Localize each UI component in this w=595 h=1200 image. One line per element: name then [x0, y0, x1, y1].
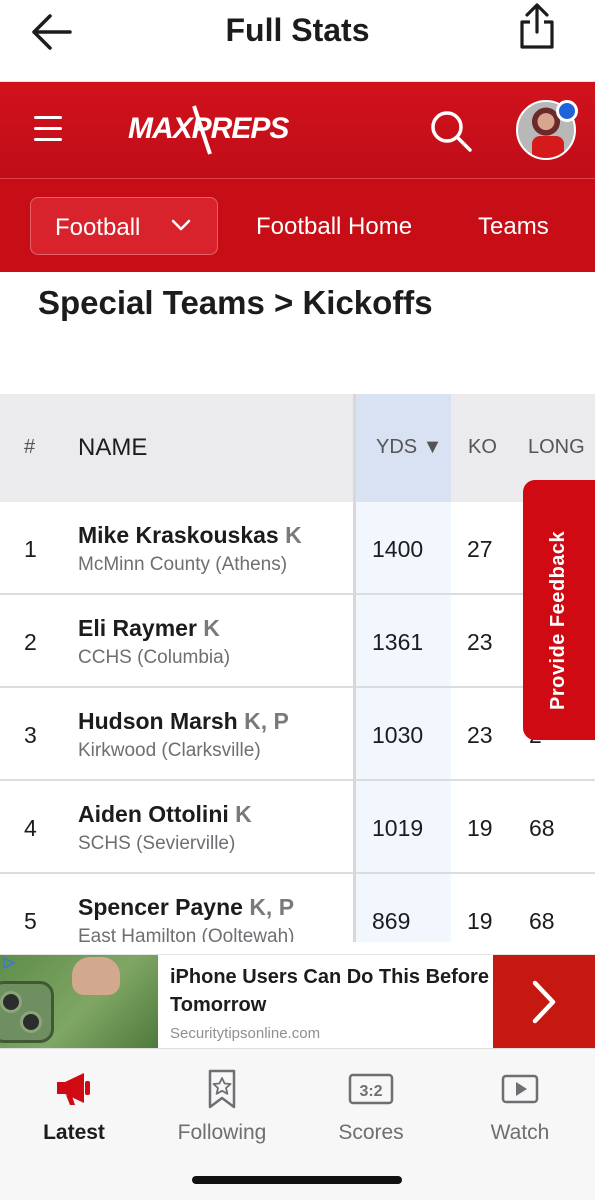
- player-name-text: Eli Raymer: [78, 615, 197, 641]
- home-indicator: [192, 1176, 402, 1184]
- megaphone-icon: [57, 1073, 90, 1105]
- stats-table: # NAME YDS ▼ KO LONG 1 Mike Kraskouskas …: [0, 394, 595, 942]
- feedback-label: Provide Feedback: [547, 530, 569, 710]
- player-position: K: [285, 522, 302, 548]
- yds-cell: 1030: [372, 722, 424, 748]
- tab-latest[interactable]: Latest: [4, 1069, 144, 1159]
- chevron-right-icon: [532, 980, 556, 1024]
- table-row[interactable]: 1 Mike Kraskouskas K McMinn County (Athe…: [0, 502, 595, 595]
- player-position: K, P: [244, 708, 289, 734]
- maxpreps-header: MAXPREPS: [0, 82, 595, 178]
- player-name[interactable]: Hudson Marsh K, P: [78, 708, 289, 735]
- stats-section-title: Special Teams > Kickoffs: [38, 284, 433, 321]
- notification-dot: [556, 100, 578, 122]
- svg-text:MAXPREPS: MAXPREPS: [128, 112, 289, 145]
- tab-following[interactable]: Following: [152, 1069, 292, 1159]
- table-row[interactable]: 4 Aiden Ottolini K SCHS (Sevierville) 10…: [0, 781, 595, 874]
- tab-label: Following: [177, 1121, 267, 1144]
- scoreboard-icon: 3:2: [348, 1073, 394, 1105]
- player-position: K: [203, 615, 220, 641]
- sticky-column-divider: [353, 394, 356, 942]
- player-name-text: Mike Kraskouskas: [78, 522, 279, 548]
- ko-cell: 27: [467, 536, 493, 562]
- yds-cell: 1400: [372, 536, 424, 562]
- tab-label: Watch: [490, 1121, 550, 1144]
- table-row[interactable]: 2 Eli Raymer K CCHS (Columbia) 1361 23: [0, 595, 595, 688]
- rank-cell: 4: [24, 815, 37, 841]
- play-icon: [501, 1074, 539, 1104]
- long-cell: 68: [529, 908, 555, 934]
- player-name-text: Spencer Payne: [78, 894, 243, 920]
- ko-cell: 19: [467, 815, 493, 841]
- tab-label: Latest: [43, 1121, 105, 1144]
- ad-thumbnail[interactable]: [0, 955, 158, 1048]
- chevron-down-icon: [171, 219, 191, 231]
- ko-cell: 19: [467, 908, 493, 934]
- name-header[interactable]: NAME: [78, 434, 147, 462]
- player-position: K: [235, 801, 252, 827]
- svg-text:3:2: 3:2: [359, 1083, 382, 1100]
- ad-image-lens: [20, 1011, 42, 1033]
- football-home-link[interactable]: Football Home: [256, 213, 412, 241]
- player-name-text: Hudson Marsh: [78, 708, 238, 734]
- player-name-text: Aiden Ottolini: [78, 801, 229, 827]
- share-icon[interactable]: [517, 2, 557, 50]
- rank-cell: 2: [24, 629, 37, 655]
- teams-link[interactable]: Teams: [478, 213, 549, 241]
- sport-selector-button[interactable]: Football: [30, 197, 218, 255]
- ad-image-finger: [72, 957, 120, 995]
- player-name[interactable]: Mike Kraskouskas K: [78, 522, 302, 549]
- yds-cell: 1361: [372, 629, 424, 655]
- table-header: # NAME YDS ▼ KO LONG: [0, 394, 595, 502]
- long-cell: 68: [529, 815, 555, 841]
- yds-cell: 869: [372, 908, 411, 934]
- tab-watch[interactable]: Watch: [450, 1069, 590, 1159]
- ad-image-lens: [0, 991, 22, 1013]
- long-header[interactable]: LONG: [528, 436, 585, 459]
- player-school[interactable]: SCHS (Sevierville): [78, 833, 235, 855]
- ko-cell: 23: [467, 629, 493, 655]
- player-name[interactable]: Spencer Payne K, P: [78, 894, 294, 921]
- adchoices-icon[interactable]: [2, 957, 16, 969]
- player-name[interactable]: Eli Raymer K: [78, 615, 220, 642]
- provide-feedback-button[interactable]: Provide Feedback: [523, 480, 595, 740]
- ad-source: Securitytipsonline.com: [170, 1025, 321, 1042]
- page-title: Full Stats: [225, 12, 370, 48]
- table-row[interactable]: 5 Spencer Payne K, P East Hamilton (Oolt…: [0, 874, 595, 942]
- maxpreps-logo[interactable]: MAXPREPS: [128, 102, 298, 158]
- bookmark-star-icon: [208, 1069, 236, 1109]
- ko-header[interactable]: KO: [468, 436, 497, 459]
- table-row[interactable]: 3 Hudson Marsh K, P Kirkwood (Clarksvill…: [0, 688, 595, 781]
- player-school[interactable]: East Hamilton (Ooltewah): [78, 926, 294, 942]
- rank-cell: 5: [24, 908, 37, 934]
- player-school[interactable]: Kirkwood (Clarksville): [78, 740, 261, 762]
- player-position: K, P: [249, 894, 295, 920]
- ad-banner[interactable]: iPhone Users Can Do This Before Tomorrow…: [0, 954, 595, 1048]
- rank-cell: 1: [24, 536, 37, 562]
- tab-label: Scores: [338, 1121, 404, 1144]
- tab-scores[interactable]: 3:2 Scores: [301, 1069, 441, 1159]
- player-school[interactable]: CCHS (Columbia): [78, 647, 230, 669]
- search-icon[interactable]: [428, 108, 474, 154]
- yds-header[interactable]: YDS ▼: [376, 436, 442, 459]
- hamburger-menu-icon[interactable]: [34, 116, 62, 142]
- ko-cell: 23: [467, 722, 493, 748]
- ad-go-button[interactable]: [493, 955, 595, 1048]
- sport-subnav: Football Football Home Teams: [0, 178, 595, 272]
- rank-header: #: [24, 436, 36, 458]
- player-name[interactable]: Aiden Ottolini K: [78, 801, 252, 828]
- sport-selector-label: Football: [55, 214, 141, 241]
- rank-cell: 3: [24, 722, 37, 748]
- player-school[interactable]: McMinn County (Athens): [78, 554, 287, 576]
- ad-headline[interactable]: iPhone Users Can Do This Before Tomorrow: [170, 963, 490, 1019]
- top-navigation-bar: Full Stats: [0, 0, 595, 82]
- yds-cell: 1019: [372, 815, 424, 841]
